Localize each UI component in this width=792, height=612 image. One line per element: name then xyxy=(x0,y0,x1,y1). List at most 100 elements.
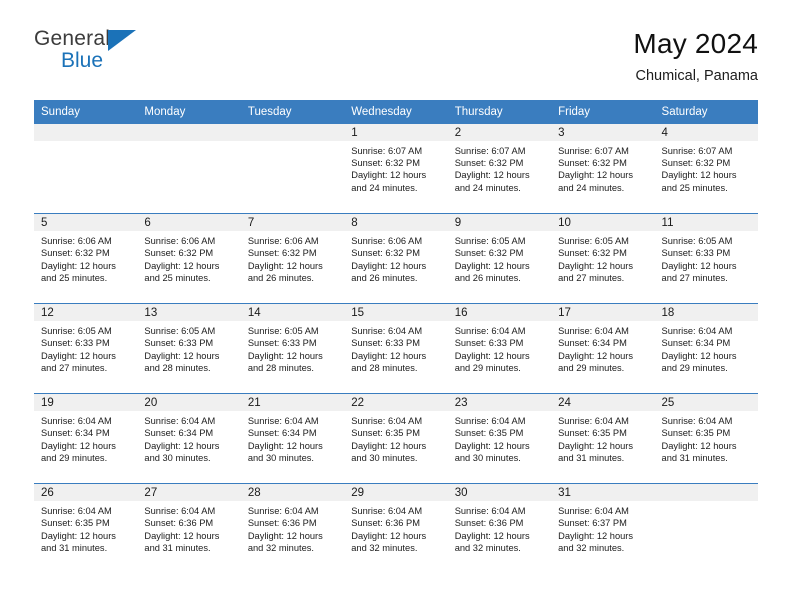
calendar-day-cell[interactable]: 30 Sunrise: 6:04 AM Sunset: 6:36 PM Dayligh… xyxy=(447,483,552,574)
daylight-text-line1: Daylight: 12 hours xyxy=(144,440,220,451)
day-cell-inner: 27 Sunrise: 6:04 AM Sunset: 6:36 PM Dayligh… xyxy=(137,484,241,574)
calendar-day-cell[interactable]: 7 Sunrise: 6:06 AM Sunset: 6:32 PM Daylight… xyxy=(240,213,345,304)
day-sun-info: Sunrise: 6:04 AM Sunset: 6:36 PM Daylight:… xyxy=(344,501,447,555)
daylight-text-line1: Daylight: 12 hours xyxy=(454,350,530,361)
daylight-text-line1: Daylight: 12 hours xyxy=(351,170,427,181)
page-title: May 2024 xyxy=(633,28,758,59)
day-number: 5 xyxy=(34,214,138,232)
sunset-text: Sunset: 6:32 PM xyxy=(41,248,110,259)
day-sun-info: Sunrise: 6:04 AM Sunset: 6:37 PM Daylight:… xyxy=(551,501,654,555)
calendar-day-cell[interactable]: 9 Sunrise: 6:05 AM Sunset: 6:32 PM Daylight… xyxy=(447,213,552,304)
calendar-day-cell[interactable]: 22 Sunrise: 6:04 AM Sunset: 6:35 PM Dayligh… xyxy=(344,393,448,484)
logo-text-general: General xyxy=(34,27,111,50)
calendar-day-cell[interactable]: 25 Sunrise: 6:04 AM Sunset: 6:35 PM Dayligh… xyxy=(654,393,758,484)
sunrise-text: Sunrise: 6:05 AM xyxy=(661,236,733,247)
calendar-day-cell[interactable]: 15 Sunrise: 6:04 AM Sunset: 6:33 PM Dayligh… xyxy=(344,303,448,394)
day-number: 9 xyxy=(447,214,552,232)
day-cell-inner: 7 Sunrise: 6:06 AM Sunset: 6:32 PM Daylight… xyxy=(240,214,345,303)
sunset-text: Sunset: 6:34 PM xyxy=(247,428,317,439)
day-sun-info: Sunrise: 6:04 AM Sunset: 6:36 PM Daylight:… xyxy=(448,501,551,555)
calendar-day-cell[interactable]: 11 Sunrise: 6:05 AM Sunset: 6:33 PM Dayligh… xyxy=(654,213,758,304)
daylight-text-line1: Daylight: 12 hours xyxy=(558,530,634,541)
daylight-text-line2: and 24 minutes. xyxy=(351,182,418,193)
daylight-text-line1: Daylight: 12 hours xyxy=(351,350,427,361)
daylight-text-line2: and 26 minutes. xyxy=(351,273,418,284)
calendar-day-cell[interactable]: 20 Sunrise: 6:04 AM Sunset: 6:34 PM Dayligh… xyxy=(137,393,241,484)
day-number: 12 xyxy=(34,304,138,322)
day-cell-inner: 30 Sunrise: 6:04 AM Sunset: 6:36 PM Dayligh… xyxy=(447,484,552,574)
calendar-day-cell xyxy=(34,123,138,214)
daylight-text-line2: and 31 minutes. xyxy=(661,453,728,464)
calendar-day-cell[interactable]: 23 Sunrise: 6:04 AM Sunset: 6:35 PM Dayligh… xyxy=(447,393,552,484)
calendar-day-cell[interactable]: 17 Sunrise: 6:04 AM Sunset: 6:34 PM Dayligh… xyxy=(551,303,655,394)
day-number: 17 xyxy=(551,304,655,322)
calendar-day-cell[interactable]: 1 Sunrise: 6:07 AM Sunset: 6:32 PM Daylight… xyxy=(344,123,448,214)
sunset-text: Sunset: 6:34 PM xyxy=(558,338,627,349)
calendar-day-cell[interactable]: 5 Sunrise: 6:06 AM Sunset: 6:32 PM Daylight… xyxy=(34,213,138,304)
daylight-text-line1: Daylight: 12 hours xyxy=(247,440,323,451)
calendar-day-cell xyxy=(137,123,241,214)
daylight-text-line2: and 28 minutes. xyxy=(247,363,314,374)
day-cell-inner: 2 Sunrise: 6:07 AM Sunset: 6:32 PM Daylight… xyxy=(447,123,552,214)
day-cell-inner: 24 Sunrise: 6:04 AM Sunset: 6:35 PM Dayligh… xyxy=(551,394,655,483)
calendar-week-row: 26 Sunrise: 6:04 AM Sunset: 6:35 PM Dayligh… xyxy=(34,483,758,574)
calendar-day-cell[interactable]: 29 Sunrise: 6:04 AM Sunset: 6:36 PM Dayligh… xyxy=(344,483,448,574)
daylight-text-line1: Daylight: 12 hours xyxy=(351,260,427,271)
sunset-text: Sunset: 6:33 PM xyxy=(144,338,214,349)
daylight-text-line1: Daylight: 12 hours xyxy=(41,440,116,451)
sunrise-text: Sunrise: 6:04 AM xyxy=(247,416,319,427)
sunset-text: Sunset: 6:34 PM xyxy=(661,338,731,349)
sunrise-text: Sunrise: 6:04 AM xyxy=(351,416,423,427)
sunrise-text: Sunrise: 6:04 AM xyxy=(351,506,423,517)
calendar-day-cell[interactable]: 21 Sunrise: 6:04 AM Sunset: 6:34 PM Dayligh… xyxy=(240,393,345,484)
sunset-text: Sunset: 6:36 PM xyxy=(144,518,214,529)
daylight-text-line1: Daylight: 12 hours xyxy=(144,260,220,271)
daylight-text-line1: Daylight: 12 hours xyxy=(661,440,737,451)
calendar-day-cell[interactable]: 31 Sunrise: 6:04 AM Sunset: 6:37 PM Dayligh… xyxy=(551,483,655,574)
day-sun-info: Sunrise: 6:05 AM Sunset: 6:33 PM Daylight:… xyxy=(137,321,240,375)
calendar-day-cell[interactable]: 8 Sunrise: 6:06 AM Sunset: 6:32 PM Daylight… xyxy=(344,213,448,304)
calendar-day-cell[interactable]: 24 Sunrise: 6:04 AM Sunset: 6:35 PM Dayligh… xyxy=(551,393,655,484)
generalblue-logo[interactable]: General Blue xyxy=(34,28,154,80)
day-cell-inner: 5 Sunrise: 6:06 AM Sunset: 6:32 PM Daylight… xyxy=(34,214,138,303)
calendar-day-cell[interactable]: 10 Sunrise: 6:05 AM Sunset: 6:32 PM Dayligh… xyxy=(551,213,655,304)
sunrise-text: Sunrise: 6:04 AM xyxy=(558,326,629,337)
calendar-day-cell[interactable]: 6 Sunrise: 6:06 AM Sunset: 6:32 PM Daylight… xyxy=(137,213,241,304)
calendar-day-cell[interactable]: 2 Sunrise: 6:07 AM Sunset: 6:32 PM Daylight… xyxy=(447,123,552,214)
sunset-text: Sunset: 6:32 PM xyxy=(661,157,731,168)
calendar-day-cell[interactable]: 4 Sunrise: 6:07 AM Sunset: 6:32 PM Daylight… xyxy=(654,123,758,214)
sunset-text: Sunset: 6:32 PM xyxy=(454,248,524,259)
day-cell-inner: 10 Sunrise: 6:05 AM Sunset: 6:32 PM Dayligh… xyxy=(551,214,655,303)
calendar-day-cell[interactable]: 3 Sunrise: 6:07 AM Sunset: 6:32 PM Daylight… xyxy=(551,123,655,214)
day-sun-info: Sunrise: 6:04 AM Sunset: 6:35 PM Daylight:… xyxy=(655,411,758,465)
weekday-header-monday: Monday xyxy=(137,99,241,124)
calendar-day-cell[interactable]: 28 Sunrise: 6:04 AM Sunset: 6:36 PM Dayligh… xyxy=(240,483,345,574)
calendar-day-cell[interactable]: 16 Sunrise: 6:04 AM Sunset: 6:33 PM Dayligh… xyxy=(447,303,552,394)
sunrise-text: Sunrise: 6:05 AM xyxy=(144,326,216,337)
sunset-text: Sunset: 6:32 PM xyxy=(351,248,420,259)
calendar-day-cell[interactable]: 19 Sunrise: 6:04 AM Sunset: 6:34 PM Dayligh… xyxy=(34,393,138,484)
calendar-header-row: Sunday Monday Tuesday Wednesday Thursday Frid… xyxy=(34,99,758,124)
daylight-text-line2: and 30 minutes. xyxy=(144,453,211,464)
weekday-header-wednesday: Wednesday xyxy=(344,99,448,124)
day-cell-inner: 4 Sunrise: 6:07 AM Sunset: 6:32 PM Daylight… xyxy=(654,123,758,214)
daylight-text-line1: Daylight: 12 hours xyxy=(247,350,323,361)
day-sun-info: Sunrise: 6:05 AM Sunset: 6:32 PM Daylight:… xyxy=(551,231,654,285)
calendar-day-cell[interactable]: 13 Sunrise: 6:05 AM Sunset: 6:33 PM Dayligh… xyxy=(137,303,241,394)
daylight-text-line1: Daylight: 12 hours xyxy=(454,260,530,271)
day-number: 13 xyxy=(137,304,241,322)
day-cell-inner: 13 Sunrise: 6:05 AM Sunset: 6:33 PM Dayligh… xyxy=(137,304,241,393)
calendar-day-cell[interactable]: 27 Sunrise: 6:04 AM Sunset: 6:36 PM Dayligh… xyxy=(137,483,241,574)
calendar-day-cell[interactable]: 14 Sunrise: 6:05 AM Sunset: 6:33 PM Dayligh… xyxy=(240,303,345,394)
day-sun-info: Sunrise: 6:07 AM Sunset: 6:32 PM Daylight:… xyxy=(551,141,654,195)
daylight-text-line1: Daylight: 12 hours xyxy=(558,440,634,451)
calendar-day-cell[interactable]: 18 Sunrise: 6:04 AM Sunset: 6:34 PM Dayligh… xyxy=(654,303,758,394)
day-sun-info: Sunrise: 6:04 AM Sunset: 6:34 PM Daylight:… xyxy=(241,411,344,465)
sunrise-text: Sunrise: 6:04 AM xyxy=(41,506,112,517)
sunrise-text: Sunrise: 6:07 AM xyxy=(351,145,423,156)
sunrise-text: Sunrise: 6:06 AM xyxy=(144,236,216,247)
calendar-day-cell[interactable]: 26 Sunrise: 6:04 AM Sunset: 6:35 PM Dayligh… xyxy=(34,483,138,574)
calendar-week-row: 19 Sunrise: 6:04 AM Sunset: 6:34 PM Dayligh… xyxy=(34,393,758,484)
day-number: 19 xyxy=(34,394,138,412)
calendar-day-cell[interactable]: 12 Sunrise: 6:05 AM Sunset: 6:33 PM Dayligh… xyxy=(34,303,138,394)
